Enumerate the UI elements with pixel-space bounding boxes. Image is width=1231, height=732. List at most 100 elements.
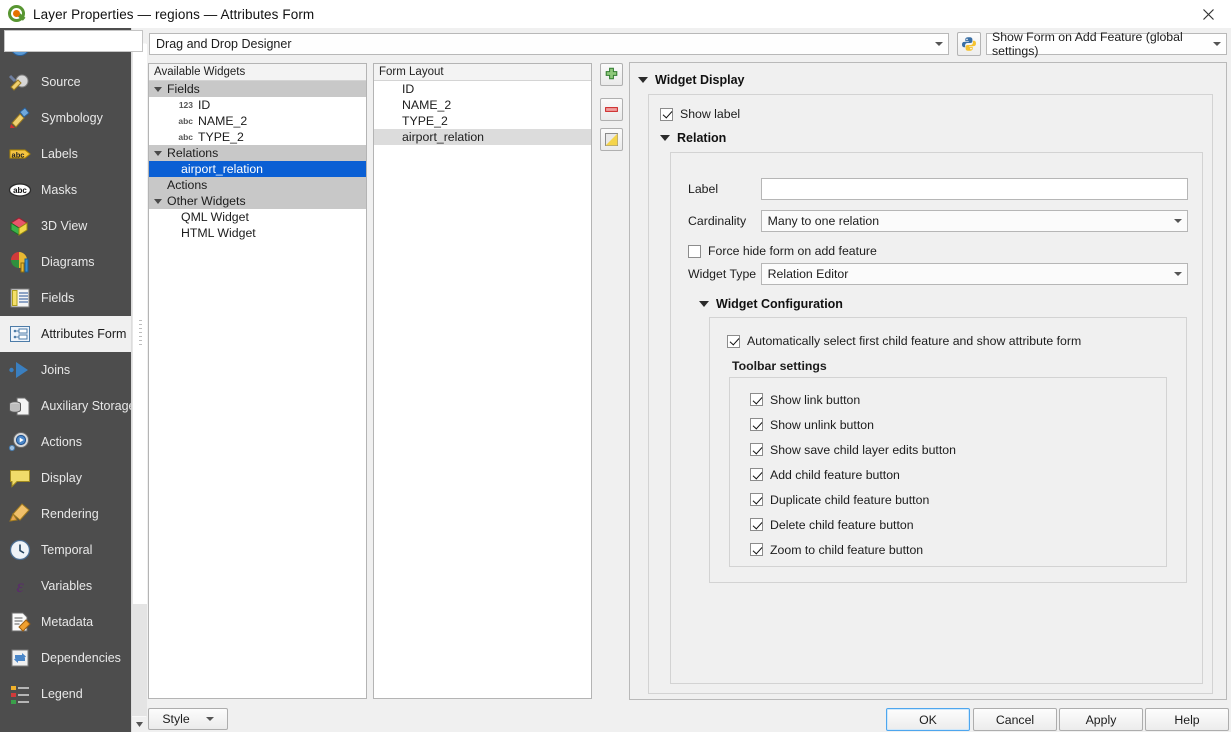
- sidebar-item-attributes-form[interactable]: Attributes Form: [0, 316, 131, 352]
- tree-row[interactable]: 123ID: [149, 97, 366, 113]
- temporal-icon: [7, 537, 33, 563]
- sidebar-scrollbar[interactable]: [131, 28, 146, 732]
- relation-label-row: Label: [688, 178, 1188, 200]
- list-item[interactable]: airport_relation: [374, 129, 591, 145]
- show-label-checkbox[interactable]: Show label: [660, 107, 740, 121]
- cardinality-select[interactable]: Many to one relation: [761, 210, 1188, 232]
- tree-row[interactable]: abcNAME_2: [149, 113, 366, 129]
- expander-icon[interactable]: [149, 151, 167, 156]
- relation-label-input[interactable]: [761, 178, 1188, 200]
- list-item[interactable]: ID: [374, 81, 591, 97]
- add-feature-behavior-select[interactable]: Show Form on Add Feature (global setting…: [986, 33, 1227, 55]
- tree-row[interactable]: Other Widgets: [149, 193, 366, 209]
- sidebar-item-3d-view[interactable]: 3D View: [0, 208, 131, 244]
- toolbar-option-checkbox[interactable]: Add child feature button: [750, 462, 956, 487]
- checkbox-box: [750, 393, 763, 406]
- window-titlebar: Layer Properties — regions — Attributes …: [0, 0, 1231, 28]
- chevron-down-icon[interactable]: [1169, 264, 1187, 284]
- expander-icon[interactable]: [149, 87, 167, 92]
- widget-type-row: Widget Type Relation Editor: [688, 263, 1188, 285]
- tree-row[interactable]: Relations: [149, 145, 366, 161]
- tree-row[interactable]: abcTYPE_2: [149, 129, 366, 145]
- sidebar-item-label: Attributes Form: [41, 327, 126, 341]
- sidebar-item-label: Temporal: [41, 543, 92, 557]
- tree-row-label: ID: [198, 98, 210, 112]
- add-html-widget-button[interactable]: [600, 128, 623, 151]
- sidebar-item-source[interactable]: Source: [0, 64, 131, 100]
- sidebar-scroll-thumb[interactable]: [132, 44, 147, 604]
- qgis-logo-icon: [8, 5, 26, 23]
- plus-icon: [604, 67, 619, 82]
- force-hide-form-checkbox[interactable]: Force hide form on add feature: [688, 244, 877, 258]
- toolbar-option-checkbox[interactable]: Show save child layer edits button: [750, 437, 956, 462]
- search-input[interactable]: [4, 30, 143, 52]
- sidebar-item-actions[interactable]: Actions: [0, 424, 131, 460]
- widget-type-select[interactable]: Relation Editor: [761, 263, 1188, 285]
- sidebar-item-variables[interactable]: εVariables: [0, 568, 131, 604]
- add-container-button[interactable]: [600, 63, 623, 86]
- sidebar-item-metadata[interactable]: Metadata: [0, 604, 131, 640]
- sidebar-scroll-trough[interactable]: [132, 604, 147, 716]
- toolbar-option-label: Show save child layer edits button: [770, 443, 956, 457]
- style-button[interactable]: Style: [148, 708, 228, 730]
- sidebar-item-display[interactable]: Display: [0, 460, 131, 496]
- tree-row[interactable]: HTML Widget: [149, 225, 366, 241]
- close-icon[interactable]: [1186, 0, 1231, 28]
- tree-row[interactable]: Fields: [149, 81, 366, 97]
- checkbox-box: [727, 335, 740, 348]
- sidebar-item-joins[interactable]: Joins: [0, 352, 131, 388]
- toolbar-option-label: Add child feature button: [770, 468, 900, 482]
- scroll-down-arrow[interactable]: [132, 717, 147, 732]
- sidebar-item-diagrams[interactable]: Diagrams: [0, 244, 131, 280]
- help-button[interactable]: Help: [1145, 708, 1229, 731]
- remove-widget-button[interactable]: [600, 98, 623, 121]
- sidebar-item-label: 3D View: [41, 219, 87, 233]
- sidebar-item-label: Actions: [41, 435, 82, 449]
- sidebar-item-masks[interactable]: abcMasks: [0, 172, 131, 208]
- sidebar-item-auxiliary-storage[interactable]: Auxiliary Storage: [0, 388, 131, 424]
- apply-button[interactable]: Apply: [1059, 708, 1143, 731]
- toolbar-option-checkbox[interactable]: Zoom to child feature button: [750, 537, 956, 562]
- sidebar-item-rendering[interactable]: Rendering: [0, 496, 131, 532]
- chevron-down-icon[interactable]: [1208, 34, 1226, 54]
- sidebar-item-temporal[interactable]: Temporal: [0, 532, 131, 568]
- chevron-down-icon[interactable]: [930, 34, 948, 54]
- chevron-down-icon[interactable]: [1169, 211, 1187, 231]
- sidebar-item-labels[interactable]: abcLabels: [0, 136, 131, 172]
- tree-row[interactable]: airport_relation: [149, 161, 366, 177]
- tree-row-label: HTML Widget: [181, 226, 256, 240]
- designer-mode-select[interactable]: Drag and Drop Designer: [149, 33, 949, 55]
- widget-configuration-section-header[interactable]: Widget Configuration: [699, 295, 843, 313]
- widget-type-value: Relation Editor: [762, 267, 1169, 281]
- sidebar-item-label: Joins: [41, 363, 70, 377]
- fields-icon: [7, 285, 33, 311]
- sidebar-item-legend[interactable]: Legend: [0, 676, 131, 712]
- style-button-label: Style: [162, 712, 189, 726]
- list-item[interactable]: TYPE_2: [374, 113, 591, 129]
- toolbar-options-list[interactable]: Show link buttonShow unlink button Show s…: [750, 387, 956, 562]
- python-icon[interactable]: [957, 32, 981, 56]
- toolbar-option-checkbox[interactable]: Show unlink button: [750, 412, 956, 437]
- toolbar-option-checkbox[interactable]: Delete child feature button: [750, 512, 956, 537]
- tree-row[interactable]: QML Widget: [149, 209, 366, 225]
- widget-display-title: Widget Display: [655, 73, 744, 87]
- ok-button[interactable]: OK: [886, 708, 970, 731]
- widget-display-section-header[interactable]: Widget Display: [638, 71, 1218, 89]
- sidebar-item-label: Symbology: [41, 111, 103, 125]
- expander-icon[interactable]: [149, 199, 167, 204]
- settings-sidebar[interactable]: iInformationSourceSymbologyabcLabelsabcM…: [0, 28, 131, 732]
- cancel-button[interactable]: Cancel: [973, 708, 1057, 731]
- sidebar-item-dependencies[interactable]: Dependencies: [0, 640, 131, 676]
- relation-section-header[interactable]: Relation: [660, 129, 726, 147]
- sidebar-item-symbology[interactable]: Symbology: [0, 100, 131, 136]
- list-item[interactable]: NAME_2: [374, 97, 591, 113]
- toolbar-option-checkbox[interactable]: Duplicate child feature button: [750, 487, 956, 512]
- search-field[interactable]: [10, 33, 171, 49]
- sidebar-item-label: Source: [41, 75, 81, 89]
- auto-select-first-child-checkbox[interactable]: Automatically select first child feature…: [727, 334, 1081, 348]
- toolbar-option-checkbox[interactable]: Show link button: [750, 387, 956, 412]
- form-layout-tree[interactable]: IDNAME_2TYPE_2airport_relation: [374, 81, 591, 145]
- sidebar-item-fields[interactable]: Fields: [0, 280, 131, 316]
- tree-row[interactable]: Actions: [149, 177, 366, 193]
- available-widgets-tree[interactable]: Fields123IDabcNAME_2abcTYPE_2Relationsai…: [149, 81, 366, 241]
